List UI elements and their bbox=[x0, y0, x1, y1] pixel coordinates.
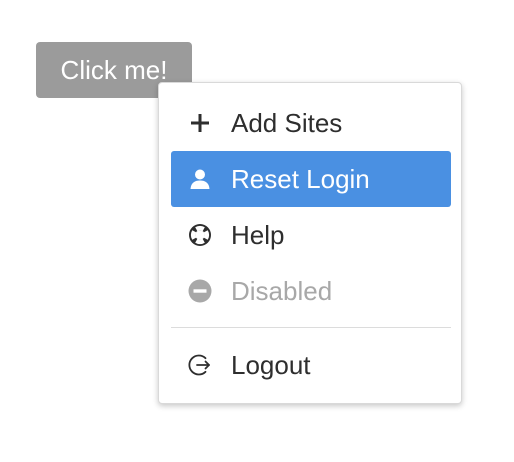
menu-item-reset-login[interactable]: Reset Login bbox=[171, 151, 451, 207]
menu-item-label: Add Sites bbox=[231, 107, 343, 138]
menu-item-help[interactable]: Help bbox=[171, 207, 451, 263]
logout-icon bbox=[187, 352, 213, 378]
menu-item-add-sites[interactable]: Add Sites bbox=[171, 95, 451, 151]
menu-divider bbox=[171, 327, 451, 328]
menu-item-label: Help bbox=[231, 219, 285, 250]
menu-item-label: Disabled bbox=[231, 275, 333, 306]
menu-item-label: Reset Login bbox=[231, 163, 370, 194]
lifebuoy-icon bbox=[187, 222, 213, 248]
context-menu: Add Sites Reset Login Help Disabled Logo… bbox=[158, 82, 462, 404]
menu-item-disabled: Disabled bbox=[171, 263, 451, 319]
page-root: Click me! Add Sites Reset Login Help Dis… bbox=[0, 0, 514, 462]
menu-item-logout[interactable]: Logout bbox=[171, 337, 451, 393]
minus-circle-icon bbox=[187, 278, 213, 304]
plus-icon bbox=[187, 110, 213, 136]
menu-item-label: Logout bbox=[231, 349, 311, 380]
user-icon bbox=[187, 166, 213, 192]
